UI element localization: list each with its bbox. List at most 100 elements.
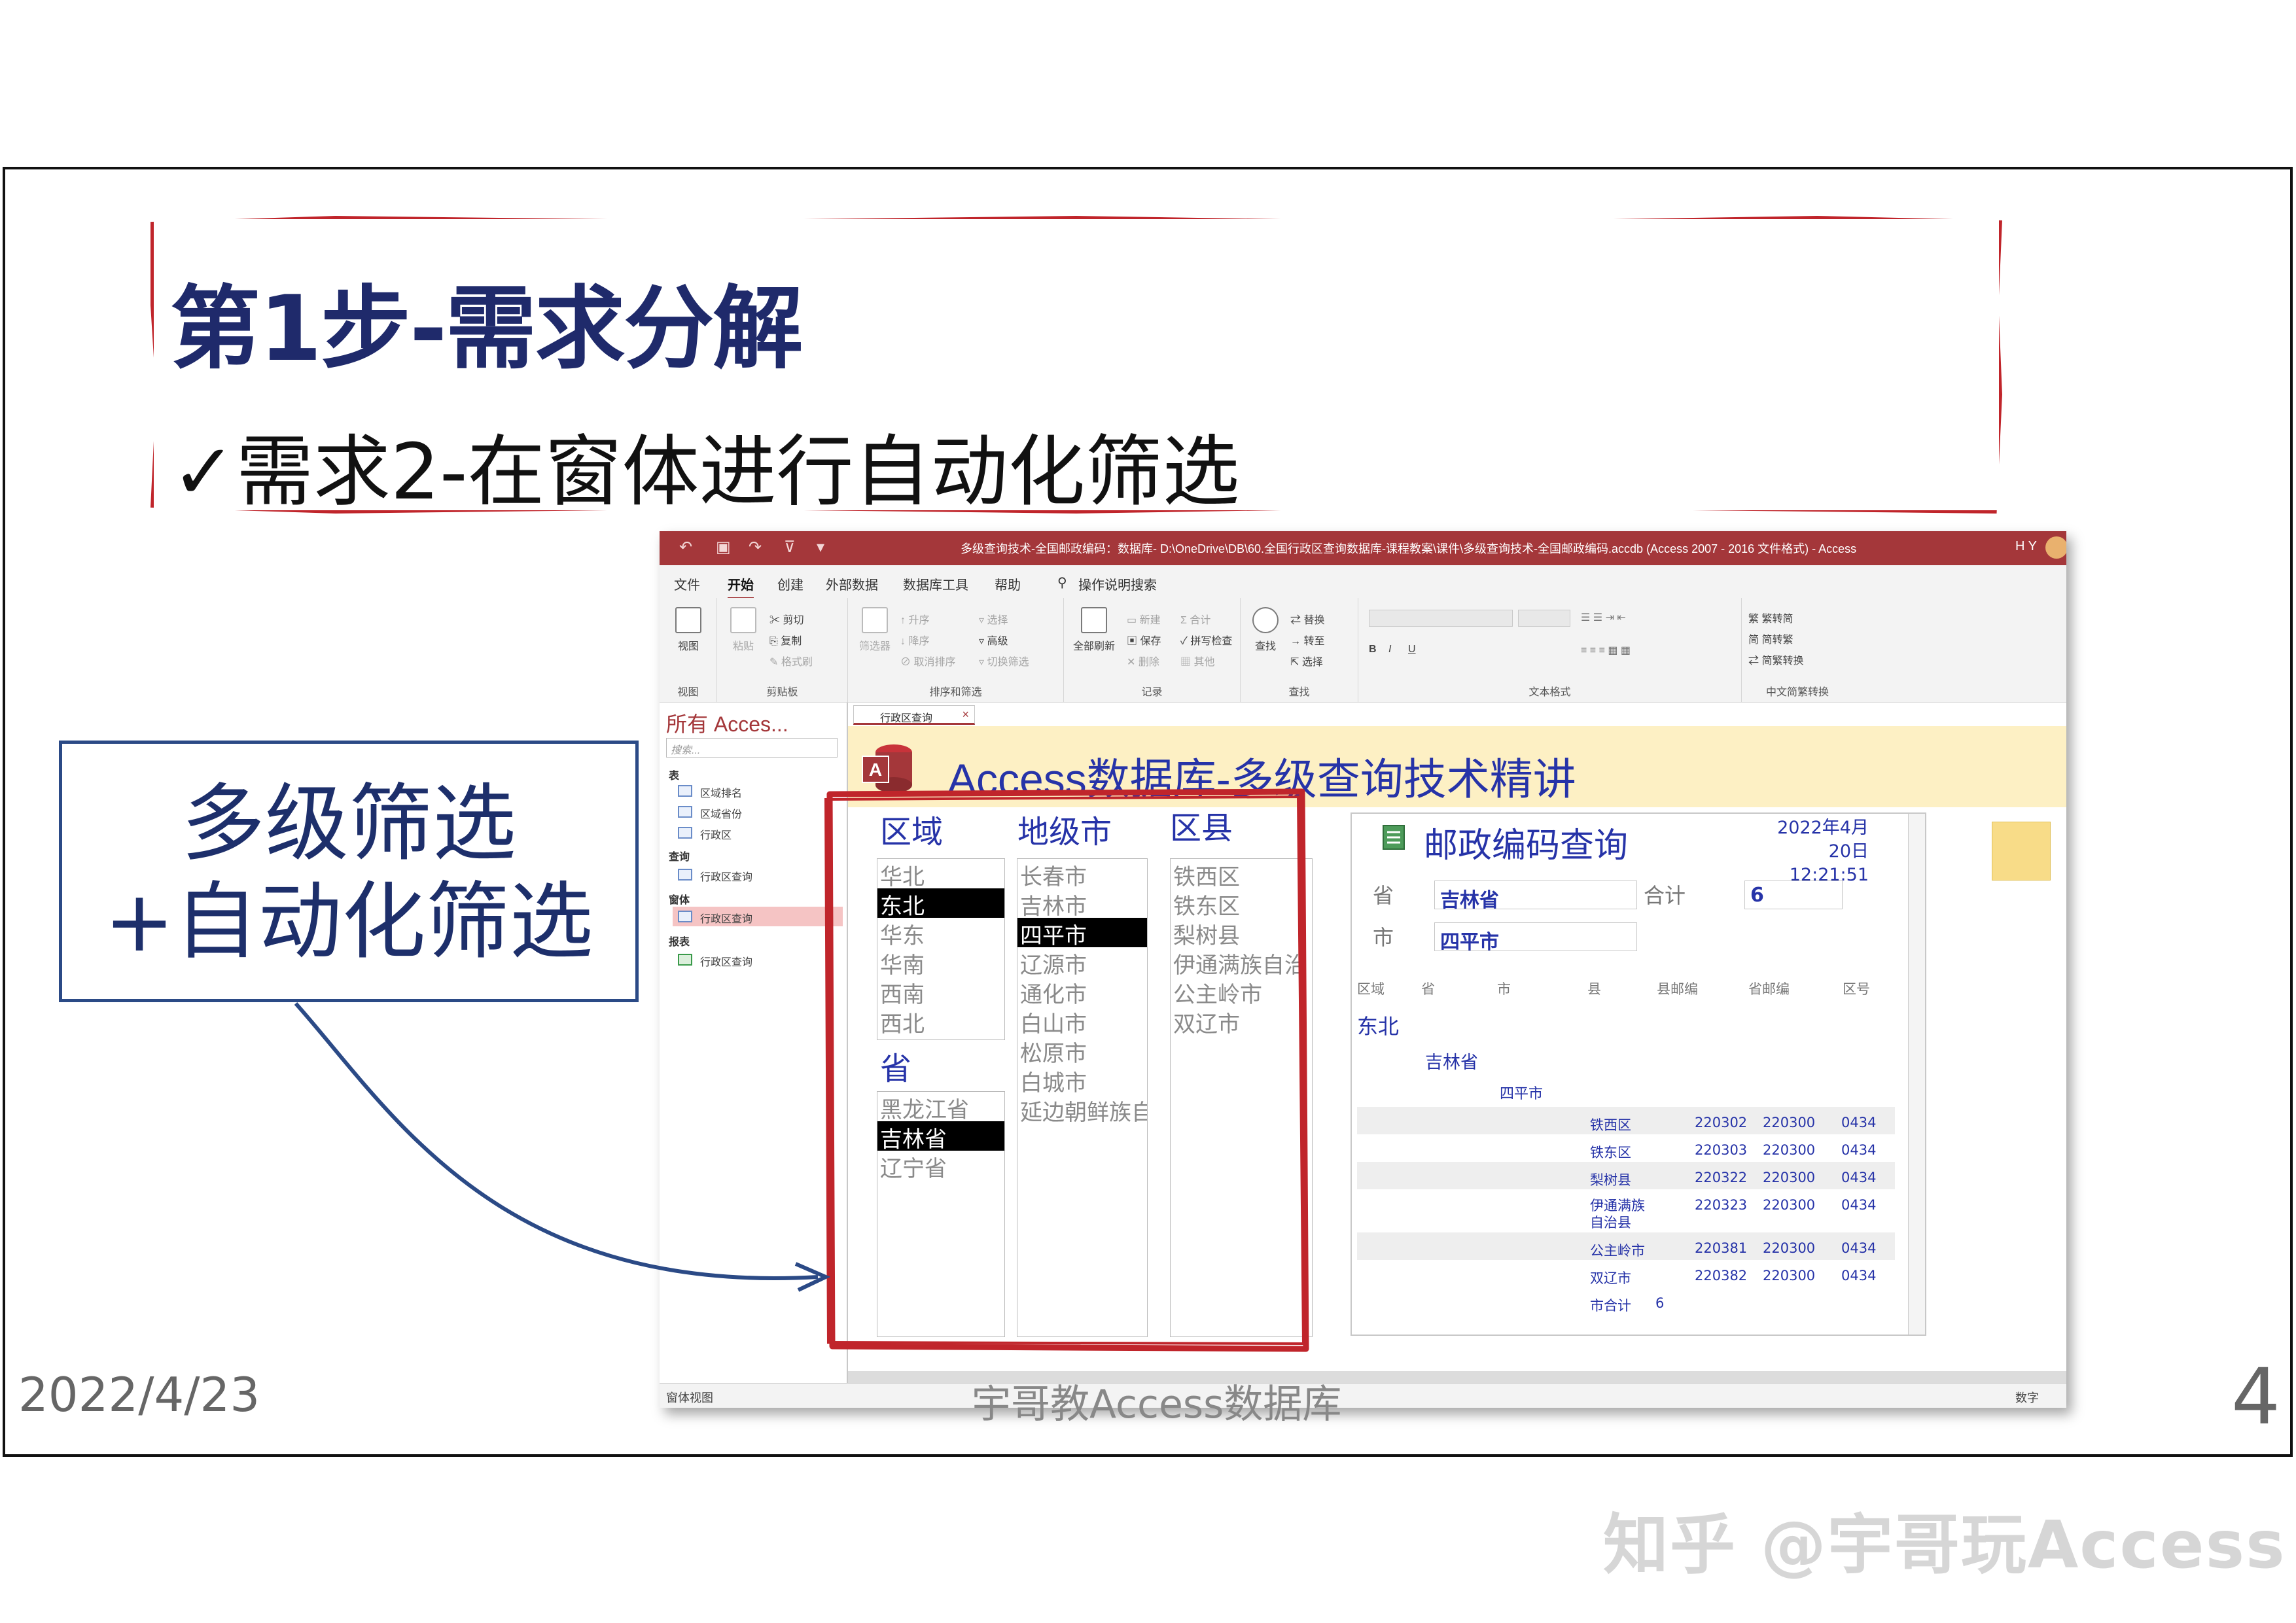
trad-to-simp-button[interactable]: 繁 繁转简 <box>1748 610 1793 625</box>
font-name-box[interactable] <box>1369 610 1513 627</box>
list-item[interactable]: 梨树县 <box>1171 918 1312 947</box>
group-label-records: 记录 <box>1141 687 1163 698</box>
group-label-clipboard: 剪贴板 <box>766 687 798 698</box>
close-tab-icon[interactable]: × <box>962 708 969 722</box>
refresh-all-button[interactable]: 全部刷新 <box>1068 607 1120 653</box>
nav-search-input[interactable]: 搜索... <box>666 738 838 758</box>
status-numlock: 数字 <box>2015 1391 2039 1405</box>
nav-item-query[interactable]: 行政区查询 <box>673 865 843 884</box>
bold-button[interactable]: B <box>1369 644 1377 655</box>
nav-section-tables[interactable]: 表 <box>669 767 679 782</box>
menu-db-tools[interactable]: 数据库工具 <box>903 574 968 593</box>
nav-item-form[interactable]: 行政区查询 <box>673 907 843 926</box>
simp-to-trad-button[interactable]: 简 简转繁 <box>1748 631 1793 646</box>
nav-section-reports[interactable]: 报表 <box>669 933 690 949</box>
font-size-box[interactable] <box>1518 610 1570 627</box>
province-listbox[interactable]: 黑龙江省 吉林省 辽宁省 <box>877 1091 1005 1337</box>
list-item-selected[interactable]: 吉林省 <box>877 1121 1004 1151</box>
list-item[interactable]: 黑龙江省 <box>877 1092 1004 1121</box>
list-item[interactable]: 华北 <box>877 859 1004 888</box>
list-item[interactable]: 白山市 <box>1017 1006 1147 1036</box>
menu-create[interactable]: 创建 <box>777 574 804 593</box>
nav-item-table[interactable]: 区域排名 <box>673 781 843 801</box>
cut-button[interactable]: ✂ 剪切 <box>769 611 804 627</box>
view-button[interactable]: 视图 <box>669 607 708 653</box>
nav-section-queries[interactable]: 查询 <box>669 848 690 864</box>
list-item-selected[interactable]: 四平市 <box>1017 918 1147 947</box>
select-button[interactable]: ⇱ 选择 <box>1290 653 1323 669</box>
list-item[interactable]: 西南 <box>877 977 1004 1006</box>
total-field[interactable]: 6 <box>1744 881 1843 909</box>
toggle-filter-button[interactable]: ▿ 切换筛选 <box>979 653 1029 669</box>
save-record-button[interactable]: ▣ 保存 <box>1127 632 1161 648</box>
nav-item-table[interactable]: 行政区 <box>673 823 843 843</box>
menu-bar: 文件 开始 创建 外部数据 数据库工具 帮助 ⚲ 操作说明搜索 <box>660 565 2066 599</box>
menu-help[interactable]: 帮助 <box>995 574 1021 593</box>
region-listbox[interactable]: 华北 东北 华东 华南 西南 西北 <box>877 858 1005 1040</box>
menu-file[interactable]: 文件 <box>674 574 700 593</box>
col-header-region: 区域 <box>1357 981 1385 997</box>
vertical-scrollbar[interactable] <box>1908 814 1925 1335</box>
menu-external-data[interactable]: 外部数据 <box>826 574 878 593</box>
more-button[interactable]: ▦ 其他 <box>1180 653 1214 669</box>
city-listbox[interactable]: 长春市 吉林市 四平市 辽源市 通化市 白山市 松原市 白城市 延边朝鲜族自 <box>1017 858 1148 1337</box>
convert-button[interactable]: ⇄ 简繁转换 <box>1748 652 1803 667</box>
county-listbox[interactable]: 铁西区 铁东区 梨树县 伊通满族自治 公主岭市 双辽市 <box>1170 858 1313 1337</box>
list-item[interactable]: 松原市 <box>1017 1036 1147 1065</box>
total-label: 合计 <box>1644 883 1686 908</box>
spelling-button[interactable]: ✓ 拼写检查 <box>1180 632 1232 648</box>
list-item[interactable]: 辽源市 <box>1017 947 1147 977</box>
align-icons[interactable]: ≡ ≡ ≡ ▦ ▦ <box>1581 644 1631 657</box>
replace-button[interactable]: ⇄ 替换 <box>1290 611 1324 627</box>
list-item[interactable]: 双辽市 <box>1171 1006 1312 1036</box>
nav-header[interactable]: 所有 Acces... <box>666 708 788 738</box>
tab-form[interactable]: 行政区查询 × <box>853 705 975 725</box>
totals-button[interactable]: Σ 合计 <box>1180 611 1210 627</box>
avatar[interactable] <box>2045 536 2066 559</box>
command-button[interactable] <box>1992 822 2051 881</box>
list-item[interactable]: 吉林市 <box>1017 888 1147 918</box>
selection-button[interactable]: ▿ 选择 <box>979 611 1008 627</box>
view-icon <box>675 607 701 633</box>
sort-desc-button[interactable]: ↓ 降序 <box>900 632 929 648</box>
list-item[interactable]: 公主岭市 <box>1171 977 1312 1006</box>
list-icons[interactable]: ☰ ☰ ⇥ ⇤ <box>1581 611 1626 624</box>
find-button[interactable]: 查找 <box>1246 607 1285 653</box>
list-item[interactable]: 铁西区 <box>1171 859 1312 888</box>
list-item[interactable]: 白城市 <box>1017 1065 1147 1094</box>
customize-icon[interactable]: ▾ <box>817 538 824 557</box>
city-field[interactable]: 四平市 <box>1434 922 1637 954</box>
province-field[interactable]: 吉林省 <box>1434 881 1637 912</box>
list-item[interactable]: 华东 <box>877 918 1004 947</box>
nav-item-table[interactable]: 区域省份 <box>673 802 843 822</box>
italic-button[interactable]: I <box>1388 644 1391 655</box>
list-item[interactable]: 铁东区 <box>1171 888 1312 918</box>
list-item[interactable]: 华南 <box>877 947 1004 977</box>
tell-me-search[interactable]: 操作说明搜索 <box>1078 574 1157 593</box>
sort-asc-button[interactable]: ↑ 升序 <box>900 611 929 627</box>
list-item[interactable]: 西北 <box>877 1006 1004 1036</box>
list-item[interactable]: 延边朝鲜族自 <box>1017 1094 1147 1124</box>
filter-button[interactable]: 筛选器 <box>853 607 896 653</box>
format-painter-button[interactable]: ✎ 格式刷 <box>769 653 813 669</box>
list-item[interactable]: 长春市 <box>1017 859 1147 888</box>
list-item-selected[interactable]: 东北 <box>877 888 1004 918</box>
new-record-button[interactable]: ▭ 新建 <box>1127 611 1161 627</box>
list-item[interactable]: 通化市 <box>1017 977 1147 1006</box>
list-item[interactable]: 辽宁省 <box>877 1151 1004 1180</box>
copy-button[interactable]: ⎘ 复制 <box>769 632 802 648</box>
clear-sort-button[interactable]: ⊘ 取消排序 <box>900 653 955 669</box>
redo-icon[interactable]: ↷ <box>749 538 762 557</box>
menu-home[interactable]: 开始 <box>728 574 754 599</box>
undo-icon[interactable]: ↶ <box>679 538 692 557</box>
advanced-button[interactable]: ▿ 高级 <box>979 632 1008 648</box>
paste-button[interactable]: 粘贴 <box>724 607 763 653</box>
filter-quick-icon[interactable]: ⊽ <box>784 538 796 557</box>
list-item[interactable]: 伊通满族自治 <box>1171 947 1312 977</box>
save-icon[interactable]: ▣ <box>716 538 731 557</box>
nav-item-report[interactable]: 行政区查询 <box>673 950 843 969</box>
goto-button[interactable]: → 转至 <box>1290 632 1324 648</box>
underline-button[interactable]: U <box>1408 644 1416 655</box>
delete-record-button[interactable]: ✕ 删除 <box>1127 653 1159 669</box>
nav-section-forms[interactable]: 窗体 <box>669 891 690 907</box>
